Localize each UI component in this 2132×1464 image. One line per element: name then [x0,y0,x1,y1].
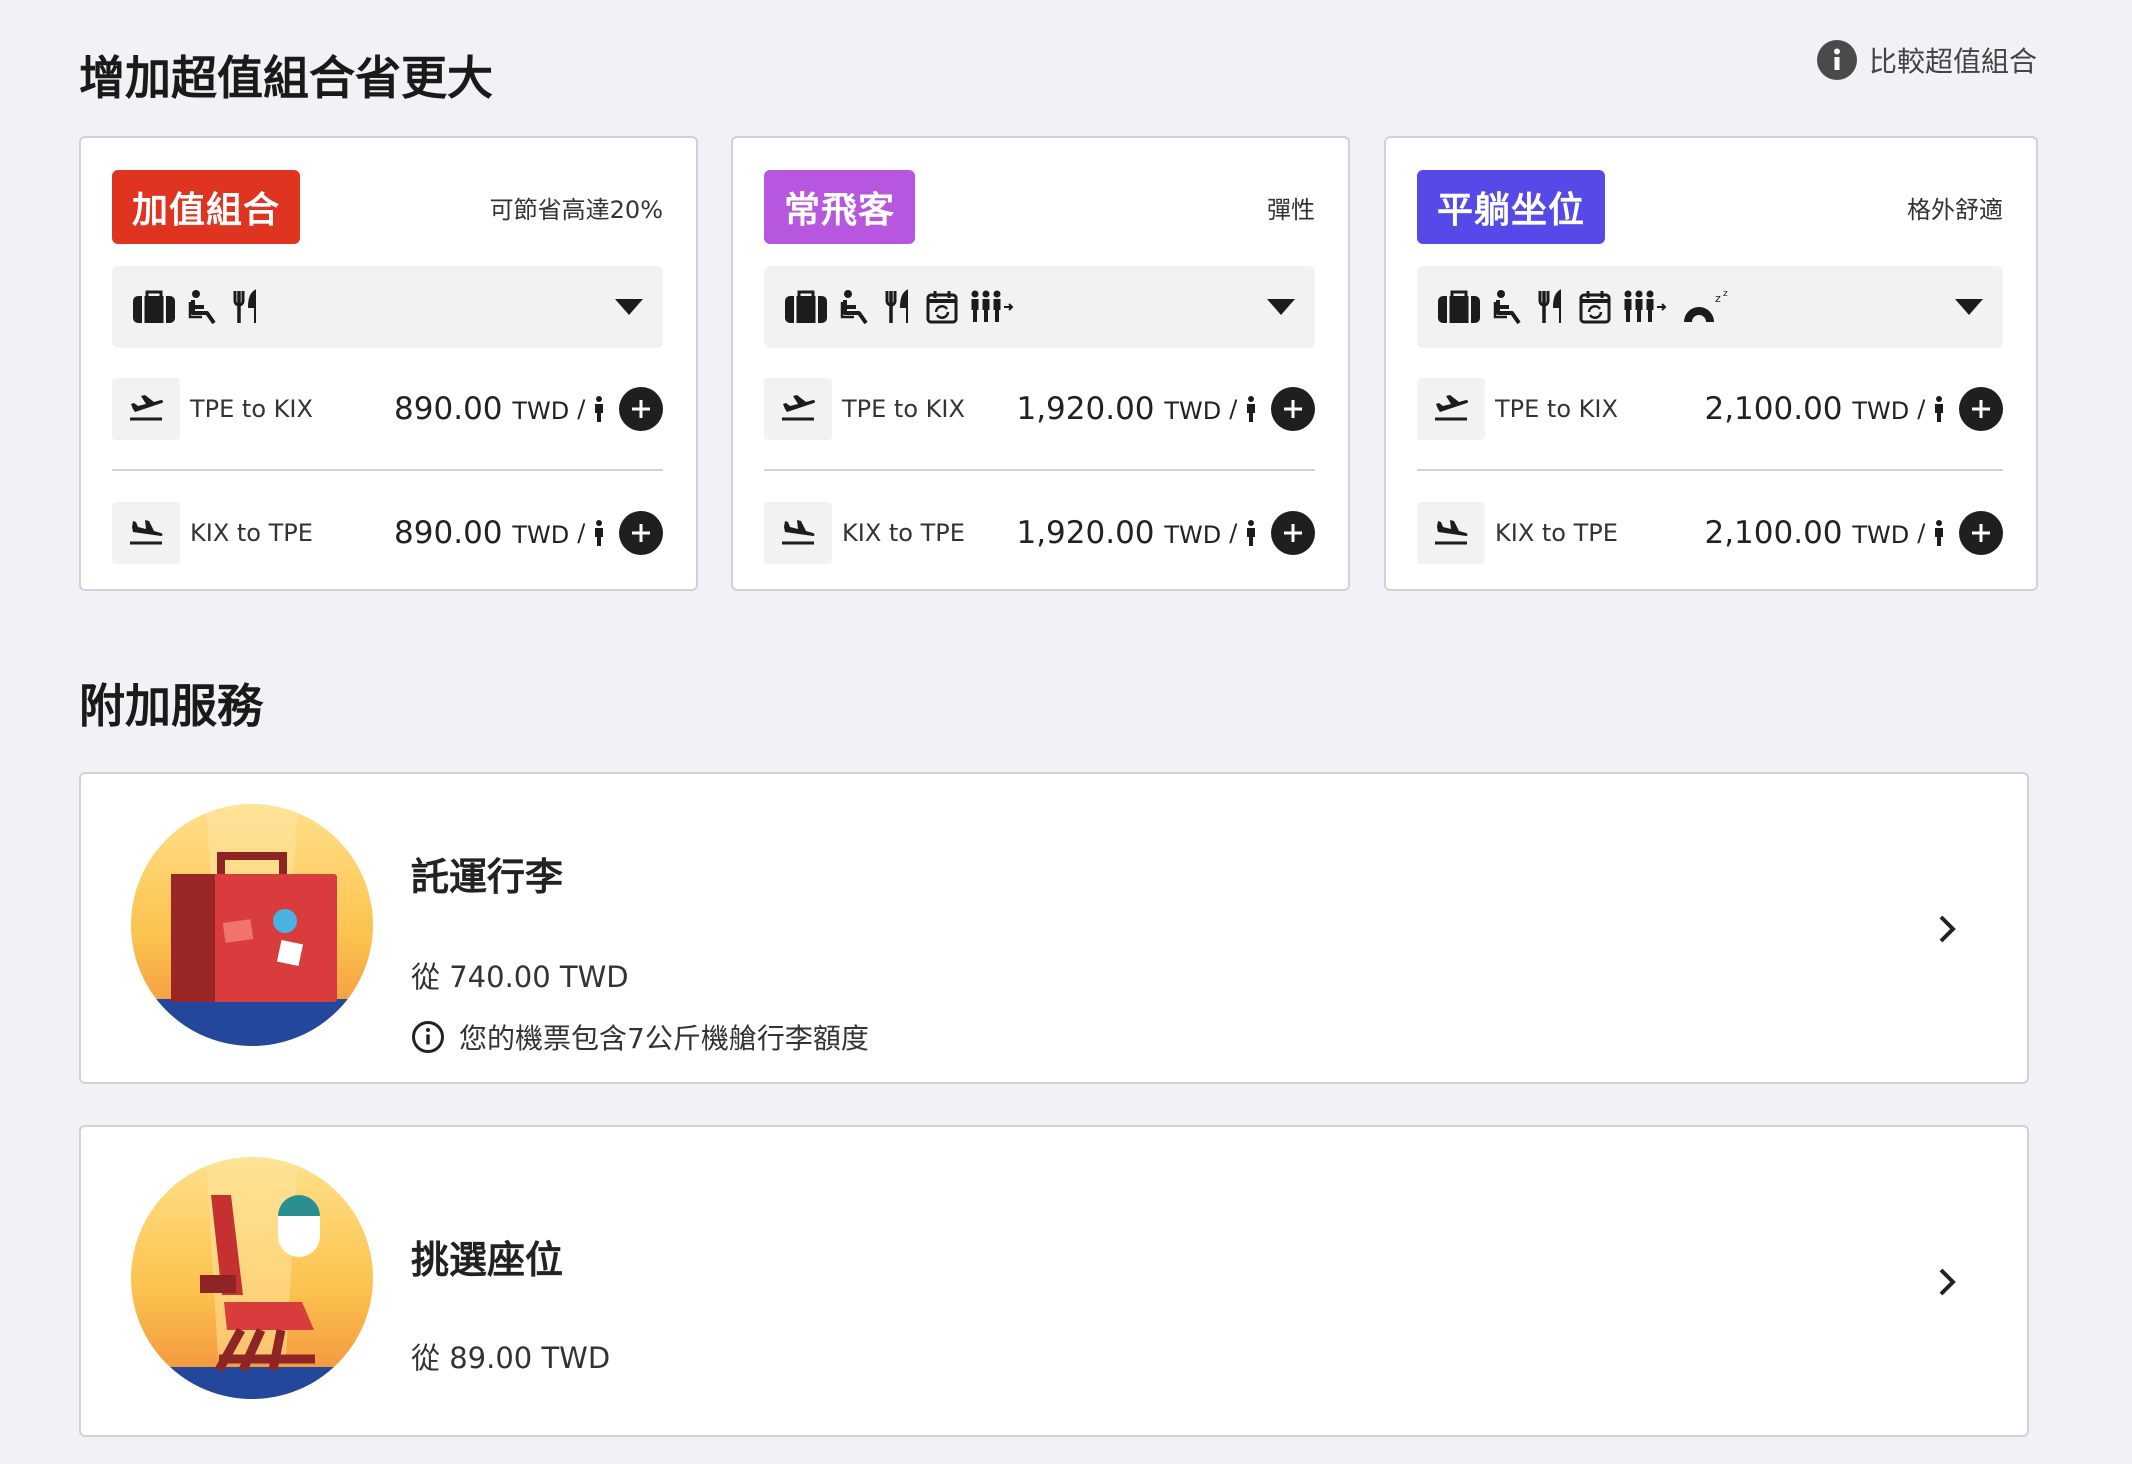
service-card-checked-baggage[interactable]: 託運行李 從 740.00 TWD 您的機票包含7公斤機艙行李額度 [79,772,2029,1084]
route-price: 1,920.00 TWD [1016,391,1222,427]
meal-icon [233,289,256,323]
service-price: 從 89.00 TWD [411,1341,611,1375]
add-bundle-button[interactable] [1959,511,2003,555]
add-bundle-button[interactable] [619,511,663,555]
bundle-inclusions-dropdown[interactable] [112,266,663,348]
service-card-seat-selection[interactable]: 挑選座位 從 89.00 TWD [79,1125,2029,1437]
plus-icon [1972,400,1990,418]
bundle-inclusions-dropdown[interactable]: zz [1417,266,2003,348]
route-label: TPE to KIX [190,395,313,423]
add-bundle-button[interactable] [619,387,663,431]
divider [1417,469,2003,471]
route-row-outbound: TPE to KIX 1,920.00 TWD / [764,378,1315,440]
bundle-badge: 加值組合 [112,170,301,244]
seat-illustration [131,1157,373,1399]
info-outline-icon [412,1021,444,1053]
passenger-icon [595,520,603,546]
bundle-badge: 平躺坐位 [1417,170,1606,244]
route-label: TPE to KIX [842,395,965,423]
info-icon [1816,40,1857,80]
route-price: 1,920.00 TWD [1016,515,1222,551]
bundle-tagline: 可節省高達20% [489,195,663,224]
bundle-card-frequent-flyer: 常飛客 彈性 TPE to KIX 1,920.00 TWD / KIX to … [731,136,1350,591]
divider [764,469,1315,471]
plus-icon [632,400,650,418]
passenger-icon [1247,520,1255,546]
service-note: 您的機票包含7公斤機艙行李額度 [411,1017,869,1057]
plus-icon [1284,524,1302,542]
takeoff-icon [130,395,163,421]
route-price: 2,100.00 TWD [1704,515,1910,551]
bundle-tagline: 彈性 [1267,195,1315,224]
add-bundle-button[interactable] [1271,387,1315,431]
bundle-card-value: 加值組合 可節省高達20% TPE to KIX 890.00 TWD / KI… [79,136,698,591]
plus-icon [1284,400,1302,418]
route-row-outbound: TPE to KIX 890.00 TWD / [112,378,663,440]
passenger-icon [595,396,603,422]
landing-icon [1435,520,1468,545]
seat-icon [1493,290,1521,325]
service-name: 託運行李 [411,855,564,899]
compare-bundles-link[interactable]: 比較超值組合 [1816,40,2037,80]
svg-text:z: z [1723,289,1728,299]
plus-icon [1972,524,1990,542]
bundle-card-flatbed: 平躺坐位 格外舒適 zz TPE to KIX 2,100.00 TWD / K… [1384,136,2038,591]
bundle-tagline: 格外舒適 [1907,195,2003,224]
priority-queue-icon [971,290,1014,322]
takeoff-icon [782,395,815,421]
service-price: 從 740.00 TWD [411,960,629,994]
meal-icon [885,289,908,323]
route-label: TPE to KIX [1495,395,1618,423]
landing-icon [130,520,163,545]
route-label: KIX to TPE [1495,519,1618,547]
route-row-outbound: TPE to KIX 2,100.00 TWD / [1417,378,2003,440]
baggage-icon [1438,290,1480,323]
seat-icon [188,290,216,325]
plus-icon [632,524,650,542]
baggage-icon [785,290,827,323]
seat-icon [840,290,868,325]
divider [112,469,663,471]
baggage-icon [133,290,175,323]
chevron-down-icon [1955,299,1983,315]
chevron-right-icon [1939,915,1956,943]
passenger-icon [1935,396,1943,422]
flex-date-icon [1579,291,1611,324]
passenger-icon [1935,520,1943,546]
chevron-down-icon [615,299,643,315]
route-label: KIX to TPE [842,519,965,547]
svg-text:z: z [1715,292,1721,305]
priority-queue-icon [1624,290,1667,322]
neck-pillow-icon: zz [1684,289,1728,322]
route-price: 890.00 TWD [394,515,570,551]
bundle-badge: 常飛客 [764,170,916,244]
bundle-inclusions-dropdown[interactable] [764,266,1315,348]
route-price: 2,100.00 TWD [1704,391,1910,427]
chevron-down-icon [1267,299,1295,315]
bundles-section-title: 增加超值組合省更大 [79,51,493,105]
route-label: KIX to TPE [190,519,313,547]
compare-bundles-label: 比較超值組合 [1868,45,2037,78]
takeoff-icon [1435,395,1468,421]
suitcase-illustration [131,804,373,1046]
route-row-return: KIX to TPE 1,920.00 TWD / [764,502,1315,564]
addons-section-title: 附加服務 [79,679,263,733]
service-name: 挑選座位 [411,1238,564,1282]
flex-date-icon [926,291,958,324]
add-bundle-button[interactable] [1959,387,2003,431]
add-bundle-button[interactable] [1271,511,1315,555]
route-price: 890.00 TWD [394,391,570,427]
route-row-return: KIX to TPE 2,100.00 TWD / [1417,502,2003,564]
meal-icon [1538,289,1561,323]
route-row-return: KIX to TPE 890.00 TWD / [112,502,663,564]
chevron-right-icon [1939,1268,1956,1296]
passenger-icon [1247,396,1255,422]
landing-icon [782,520,815,545]
